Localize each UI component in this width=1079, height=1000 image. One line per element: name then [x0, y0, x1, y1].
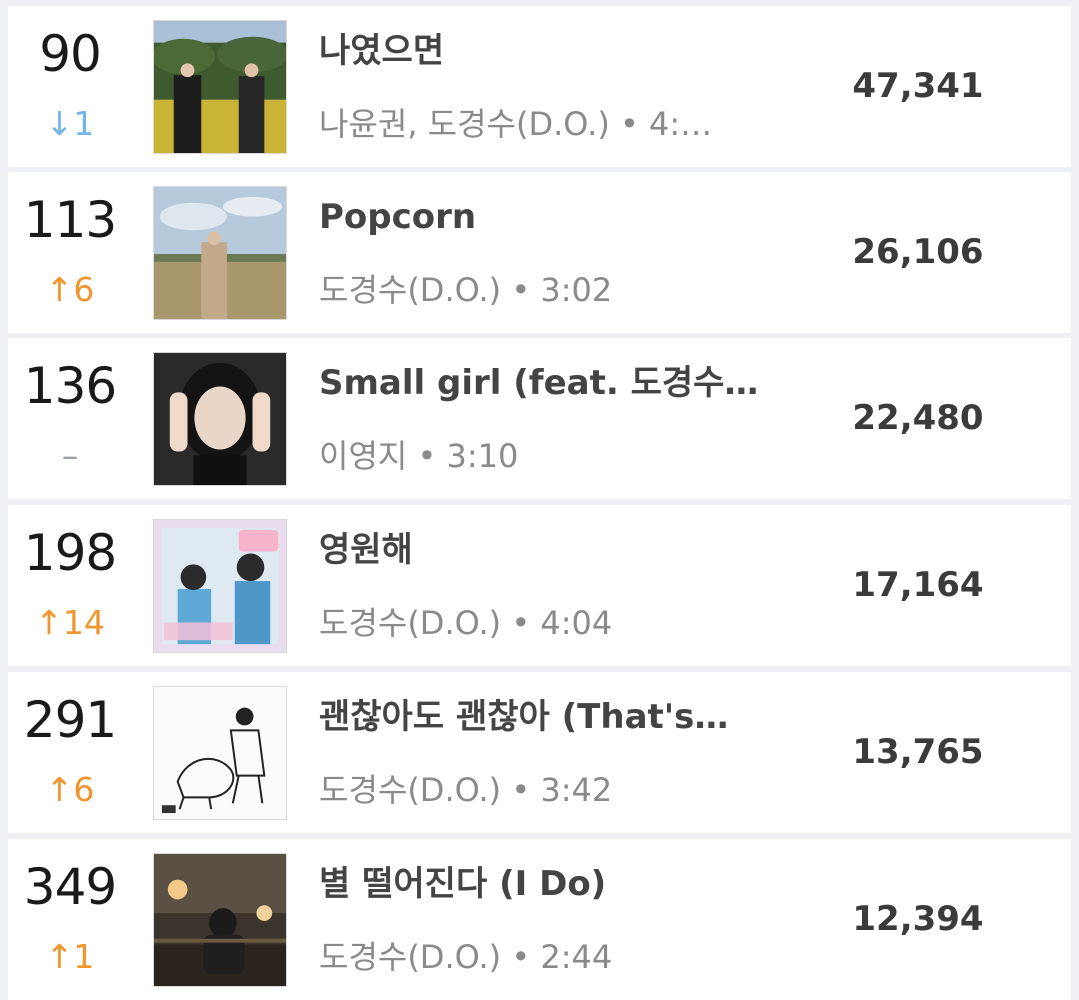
song-meta: 도경수(D.O.) • 3:42 — [319, 771, 613, 809]
rank-number: 136 — [23, 357, 117, 415]
song-meta: 도경수(D.O.) • 2:44 — [319, 938, 613, 976]
rank-number: 90 — [39, 25, 102, 83]
rank-change: – — [61, 436, 79, 475]
song-meta: 도경수(D.O.) • 3:02 — [319, 271, 613, 309]
song-title[interactable]: 나였으면 — [319, 28, 759, 74]
song-title[interactable]: 괜찮아도 괜찮아 (That's… — [319, 694, 759, 740]
song-row[interactable]: 349 ↑1 별 떨어진다 (I Do) 도경수(D.O.) • 2:44 12… — [8, 839, 1071, 1000]
play-count: 17,164 — [852, 565, 984, 605]
rank-number: 349 — [23, 858, 117, 916]
play-count: 26,106 — [852, 232, 984, 272]
album-cover-two-men-field[interactable] — [153, 20, 287, 154]
rank-change: ↑1 — [45, 937, 95, 976]
play-count: 47,341 — [852, 66, 984, 106]
rank-change: ↑14 — [35, 603, 105, 642]
rank-number: 291 — [23, 691, 117, 749]
song-row[interactable]: 136 – Small girl (feat. 도경수… 이영지 • 3:10 … — [8, 338, 1071, 499]
song-title[interactable]: Popcorn — [319, 194, 759, 240]
album-cover-dark-room[interactable] — [153, 853, 287, 987]
song-meta: 도경수(D.O.) • 4:04 — [319, 604, 613, 642]
rank-change: ↑6 — [45, 270, 95, 309]
album-cover-man-field[interactable] — [153, 186, 287, 320]
play-count: 12,394 — [852, 899, 984, 939]
rank-number: 198 — [23, 524, 117, 582]
song-row[interactable]: 198 ↑14 영원해 도경수(D.O.) • 4:04 17,164 — [8, 505, 1071, 666]
song-row[interactable]: 291 ↑6 괜찮아도 괜찮아 (That's… 도경수(D.O.) • 3:4… — [8, 672, 1071, 833]
play-count: 22,480 — [852, 398, 984, 438]
rank-change: ↓1 — [45, 104, 95, 143]
album-cover-portrait[interactable] — [153, 352, 287, 486]
album-cover-drama-ost[interactable] — [153, 519, 287, 653]
song-title[interactable]: Small girl (feat. 도경수… — [319, 360, 759, 406]
song-title[interactable]: 영원해 — [319, 527, 759, 573]
song-title[interactable]: 별 떨어진다 (I Do) — [319, 861, 759, 907]
rank-change: ↑6 — [45, 770, 95, 809]
song-row[interactable]: 113 ↑6 Popcorn 도경수(D.O.) • 3:02 26,106 — [8, 172, 1071, 333]
chart-list: 90 ↓1 나였으면 나윤권, 도경수(D.O.) • 4:… 47,341 1… — [0, 0, 1079, 1000]
rank-number: 113 — [23, 191, 117, 249]
play-count: 13,765 — [852, 732, 984, 772]
album-cover-line-drawing[interactable] — [153, 686, 287, 820]
song-meta: 이영지 • 3:10 — [319, 437, 519, 475]
song-meta: 나윤권, 도경수(D.O.) • 4:… — [319, 105, 713, 143]
song-row[interactable]: 90 ↓1 나였으면 나윤권, 도경수(D.O.) • 4:… 47,341 — [8, 6, 1071, 167]
